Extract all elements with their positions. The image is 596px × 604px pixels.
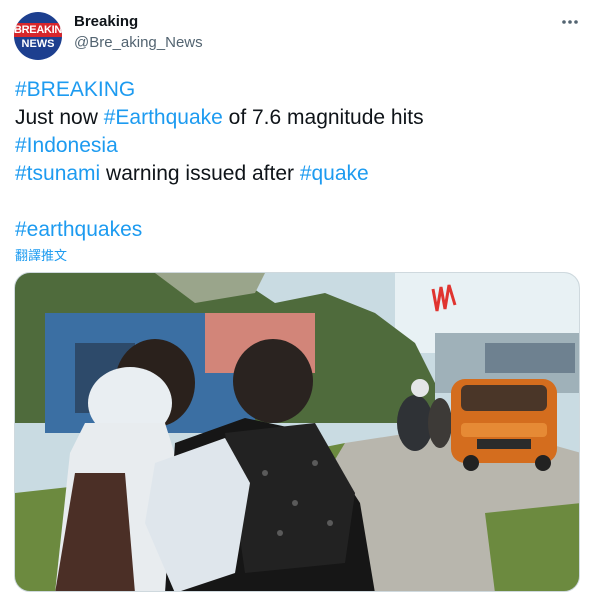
tweet-text-segment: warning issued after bbox=[100, 162, 300, 185]
avatar-logo-line1: BREAKING bbox=[14, 23, 62, 37]
author-avatar[interactable]: BREAKING NEWS bbox=[14, 12, 62, 60]
hashtag-link[interactable]: #tsunami bbox=[15, 162, 100, 185]
tweet-text-segment: of 7.6 magnitude hits bbox=[222, 106, 424, 129]
tweet-line-4: #tsunami warning issued after #quake bbox=[15, 160, 575, 188]
avatar-logo-line2: NEWS bbox=[21, 38, 55, 50]
tweet-line-6: #earthquakes bbox=[15, 216, 575, 244]
tweet-text: #BREAKING Just now #Earthquake of 7.6 ma… bbox=[15, 76, 575, 244]
more-horizontal-icon bbox=[562, 20, 578, 24]
tweet-line-1: #BREAKING bbox=[15, 76, 575, 104]
tweet-media-video[interactable] bbox=[14, 272, 580, 592]
hashtag-link[interactable]: #BREAKING bbox=[15, 78, 135, 101]
hashtag-link[interactable]: #earthquakes bbox=[15, 218, 142, 241]
hashtag-link[interactable]: #Earthquake bbox=[104, 106, 223, 129]
tweet-line-3: #Indonesia bbox=[15, 132, 575, 160]
translate-tweet-link[interactable]: 翻譯推文 bbox=[15, 245, 67, 264]
tweet-text-segment: Just now bbox=[15, 106, 104, 129]
video-frame-image bbox=[15, 273, 579, 591]
author-display-name[interactable]: Breaking bbox=[74, 13, 138, 30]
tweet-line-2: Just now #Earthquake of 7.6 magnitude hi… bbox=[15, 104, 575, 132]
tweet-card[interactable]: BREAKING NEWS Breaking @Bre_aking_News #… bbox=[0, 0, 596, 604]
hashtag-link[interactable]: #Indonesia bbox=[15, 134, 118, 157]
more-options-button[interactable] bbox=[556, 8, 584, 36]
hashtag-link[interactable]: #quake bbox=[300, 162, 369, 185]
author-handle[interactable]: @Bre_aking_News bbox=[74, 34, 203, 51]
